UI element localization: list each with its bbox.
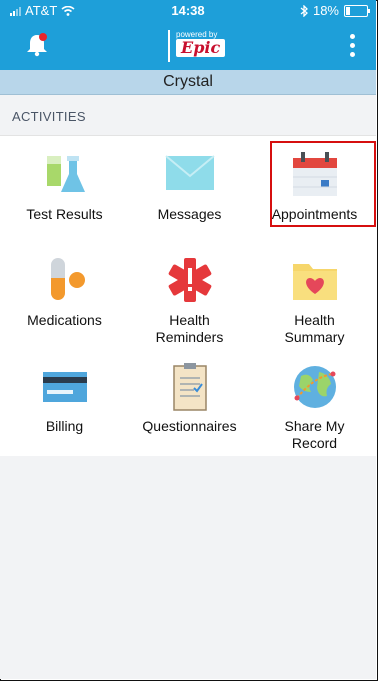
battery-percent: 18%	[312, 3, 339, 18]
empty-content-area	[0, 456, 376, 679]
activity-questionnaires[interactable]: Questionnaires	[127, 362, 252, 435]
more-menu-icon[interactable]	[350, 34, 356, 58]
activity-test-results[interactable]: Test Results	[2, 150, 127, 223]
activity-messages[interactable]: Messages	[127, 150, 252, 223]
test-tubes-icon	[46, 156, 85, 192]
pill-icon	[50, 258, 85, 300]
epic-logo: powered by Epic	[168, 30, 230, 62]
envelope-icon	[164, 155, 215, 190]
activity-health-summary[interactable]: Health Summary	[252, 256, 377, 346]
credit-card-icon	[42, 372, 87, 402]
status-bar: AT&T 14:38 18%	[0, 0, 376, 20]
bluetooth-icon	[300, 4, 308, 17]
activity-share-my-record[interactable]: Share My Record	[252, 362, 377, 452]
activity-medications[interactable]: Medications	[2, 256, 127, 329]
activity-billing[interactable]: Billing	[2, 362, 127, 435]
medical-star-icon	[168, 258, 211, 302]
globe-share-icon	[293, 366, 336, 408]
activities-header: ACTIVITIES	[0, 95, 376, 136]
battery-icon	[344, 4, 370, 17]
activity-health-reminders[interactable]: Health Reminders	[127, 256, 252, 346]
notification-bell-icon[interactable]	[24, 32, 50, 58]
patient-name: Crystal	[0, 70, 376, 95]
heart-folder-icon	[292, 264, 337, 300]
appointments-highlight-box	[270, 141, 376, 227]
status-right: 18%	[300, 3, 370, 18]
clipboard-icon	[172, 363, 207, 411]
app-header: powered by Epic	[0, 20, 376, 70]
section-title: ACTIVITIES	[12, 109, 86, 124]
